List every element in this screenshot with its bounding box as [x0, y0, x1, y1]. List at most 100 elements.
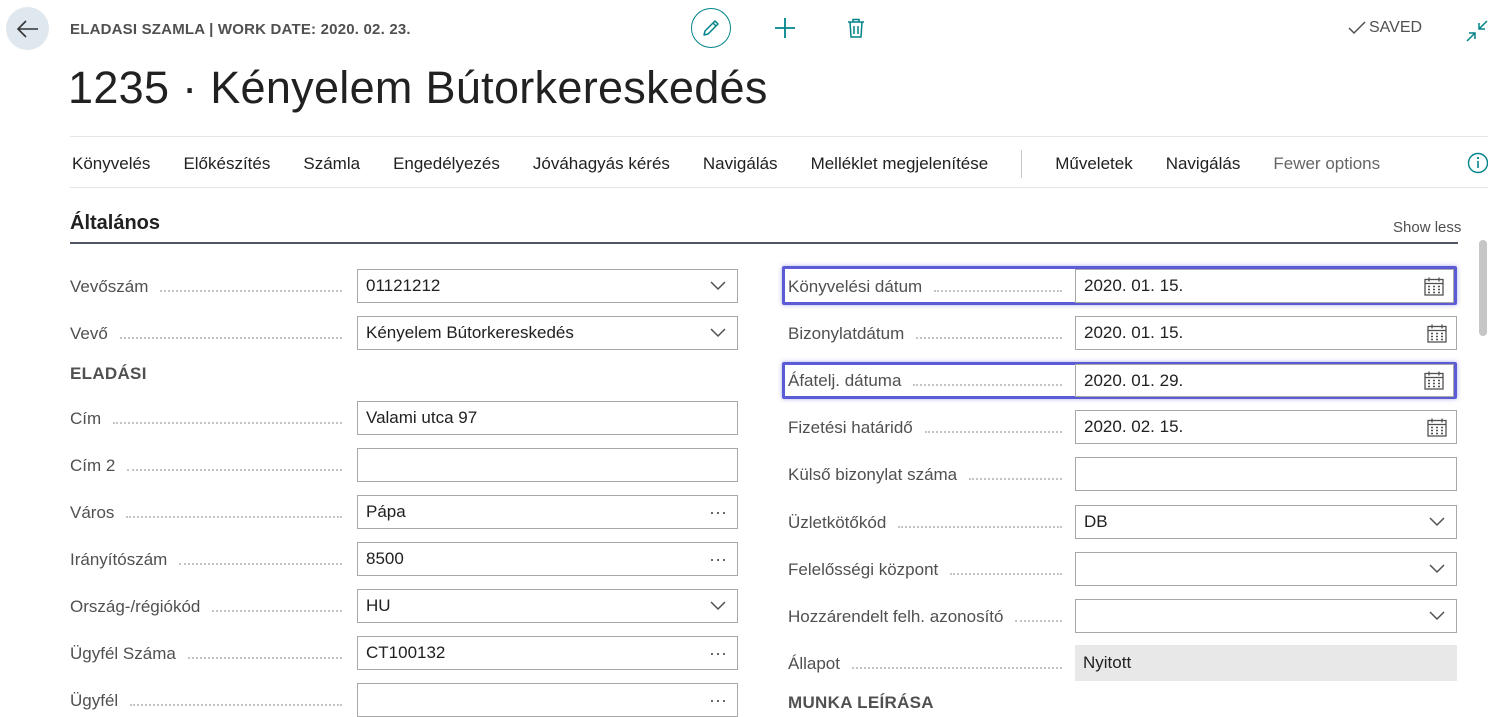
- document-date-label: Bizonylatdátum: [788, 323, 1062, 345]
- info-button[interactable]: [1467, 152, 1488, 174]
- document-date-field[interactable]: 2020. 01. 15.: [1075, 316, 1457, 350]
- status-field: Nyitott: [1075, 645, 1457, 681]
- more-icon[interactable]: ···: [707, 642, 729, 664]
- field-value: 2020. 01. 15.: [1084, 276, 1184, 295]
- field-value: CT100132: [366, 643, 446, 662]
- calendar-icon[interactable]: [1426, 416, 1448, 438]
- action-posting[interactable]: Könyvelés: [72, 152, 150, 176]
- edit-button[interactable]: [691, 8, 731, 48]
- salesperson-label: Üzletkötőkód: [788, 512, 1062, 534]
- more-icon[interactable]: ···: [707, 501, 729, 523]
- label-text: Irányítószám: [70, 550, 168, 569]
- vat-date-field[interactable]: 2020. 01. 29.: [1075, 364, 1454, 397]
- customer-no-field[interactable]: 01121212: [357, 269, 738, 303]
- chevron-down-icon[interactable]: [707, 322, 729, 344]
- customer-no-label: Vevőszám: [70, 276, 342, 298]
- action-invoice[interactable]: Számla: [303, 152, 360, 176]
- country-label: Ország-/régiókód: [70, 596, 342, 618]
- action-prepare[interactable]: Előkészítés: [183, 152, 270, 176]
- action-navigate[interactable]: Navigálás: [703, 152, 778, 176]
- calendar-icon[interactable]: [1426, 322, 1448, 344]
- leader-dots: [913, 384, 1062, 386]
- action-request-approval[interactable]: Jóváhagyás kérés: [533, 152, 670, 176]
- saved-status: SAVED: [1348, 19, 1422, 37]
- delete-button[interactable]: [842, 14, 870, 42]
- more-icon[interactable]: ···: [707, 548, 729, 570]
- address-field[interactable]: Valami utca 97: [357, 401, 738, 435]
- assigned-user-field[interactable]: [1075, 599, 1457, 633]
- leader-dots: [126, 516, 342, 518]
- work-description-subheading: MUNKA LEÍRÁSA: [788, 693, 934, 712]
- responsibility-field[interactable]: [1075, 552, 1457, 586]
- trash-icon: [848, 18, 864, 38]
- divider: [70, 187, 1488, 188]
- address-label: Cím: [70, 408, 342, 430]
- fewer-options-button[interactable]: Fewer options: [1273, 152, 1380, 176]
- salesperson-field[interactable]: DB: [1075, 505, 1457, 539]
- field-value: 8500: [366, 549, 404, 568]
- action-show-attachments[interactable]: Melléklet megjelenítése: [811, 152, 989, 176]
- label-text: Hozzárendelt felh. azonosító: [788, 607, 1004, 626]
- leader-dots: [851, 667, 1062, 669]
- label-text: Vevő: [70, 324, 108, 343]
- page-title: 1235 · Kényelem Bútorkereskedés: [68, 62, 768, 113]
- action-release[interactable]: Engedélyezés: [393, 152, 500, 176]
- scrollbar[interactable]: [1479, 240, 1487, 336]
- section-divider: [70, 242, 1458, 244]
- field-value: Valami utca 97: [366, 408, 478, 427]
- address2-field[interactable]: [357, 448, 738, 482]
- postcode-field[interactable]: 8500 ···: [357, 542, 738, 576]
- leader-dots: [934, 290, 1062, 292]
- chevron-down-icon[interactable]: [1426, 558, 1448, 580]
- show-less-button[interactable]: Show less: [1393, 219, 1461, 236]
- action-separator: [1021, 150, 1023, 178]
- field-value: Kényelem Bútorkereskedés: [366, 323, 574, 342]
- postcode-label: Irányítószám: [70, 549, 342, 571]
- calendar-icon[interactable]: [1423, 275, 1445, 297]
- field-value: 2020. 02. 15.: [1084, 417, 1184, 436]
- new-button[interactable]: [771, 14, 799, 42]
- calendar-icon[interactable]: [1423, 370, 1445, 392]
- leader-dots: [119, 337, 342, 339]
- external-doc-label: Külső bizonylat száma: [788, 464, 1062, 486]
- plus-icon: [775, 18, 795, 38]
- client-field[interactable]: ···: [357, 683, 738, 717]
- field-value: Pápa: [366, 502, 406, 521]
- action-bar: Könyvelés Előkészítés Számla Engedélyezé…: [70, 140, 1413, 188]
- address2-label: Cím 2: [70, 455, 342, 477]
- leader-dots: [113, 422, 342, 424]
- customer-field[interactable]: Kényelem Bútorkereskedés: [357, 316, 738, 350]
- collapse-button[interactable]: [1466, 20, 1488, 42]
- city-field[interactable]: Pápa ···: [357, 495, 738, 529]
- label-text: Ügyfél Száma: [70, 644, 176, 663]
- page-caption: ELADASI SZAMLA | WORK DATE: 2020. 02. 23…: [70, 21, 411, 38]
- label-text: Fizetési határidő: [788, 418, 913, 437]
- more-icon[interactable]: ···: [707, 689, 729, 711]
- field-value: Nyitott: [1083, 653, 1132, 672]
- leader-dots: [924, 431, 1062, 433]
- external-doc-field[interactable]: [1075, 457, 1457, 491]
- field-value: HU: [366, 596, 391, 615]
- back-button[interactable]: [6, 7, 49, 50]
- field-value: 01121212: [366, 276, 441, 295]
- label-text: Város: [70, 503, 115, 522]
- chevron-down-icon[interactable]: [707, 595, 729, 617]
- leader-dots: [130, 704, 342, 706]
- chevron-down-icon[interactable]: [707, 275, 729, 297]
- due-date-field[interactable]: 2020. 02. 15.: [1075, 410, 1457, 444]
- collapse-icon: [1466, 20, 1488, 42]
- action-operations[interactable]: Műveletek: [1055, 152, 1132, 176]
- posting-date-field[interactable]: 2020. 01. 15.: [1075, 269, 1454, 303]
- country-field[interactable]: HU: [357, 589, 738, 623]
- client-label: Ügyfél: [70, 690, 342, 712]
- chevron-down-icon[interactable]: [1426, 511, 1448, 533]
- posting-date-label: Könyvelési dátum: [788, 276, 1062, 298]
- action-navigate-2[interactable]: Navigálás: [1166, 152, 1241, 176]
- status-label: Állapot: [788, 653, 1062, 675]
- client-no-field[interactable]: CT100132 ···: [357, 636, 738, 670]
- leader-dots: [160, 290, 342, 292]
- responsibility-label: Felelősségi központ: [788, 559, 1062, 581]
- arrow-left-icon: [16, 19, 38, 38]
- chevron-down-icon[interactable]: [1426, 605, 1448, 627]
- field-value: DB: [1084, 512, 1108, 531]
